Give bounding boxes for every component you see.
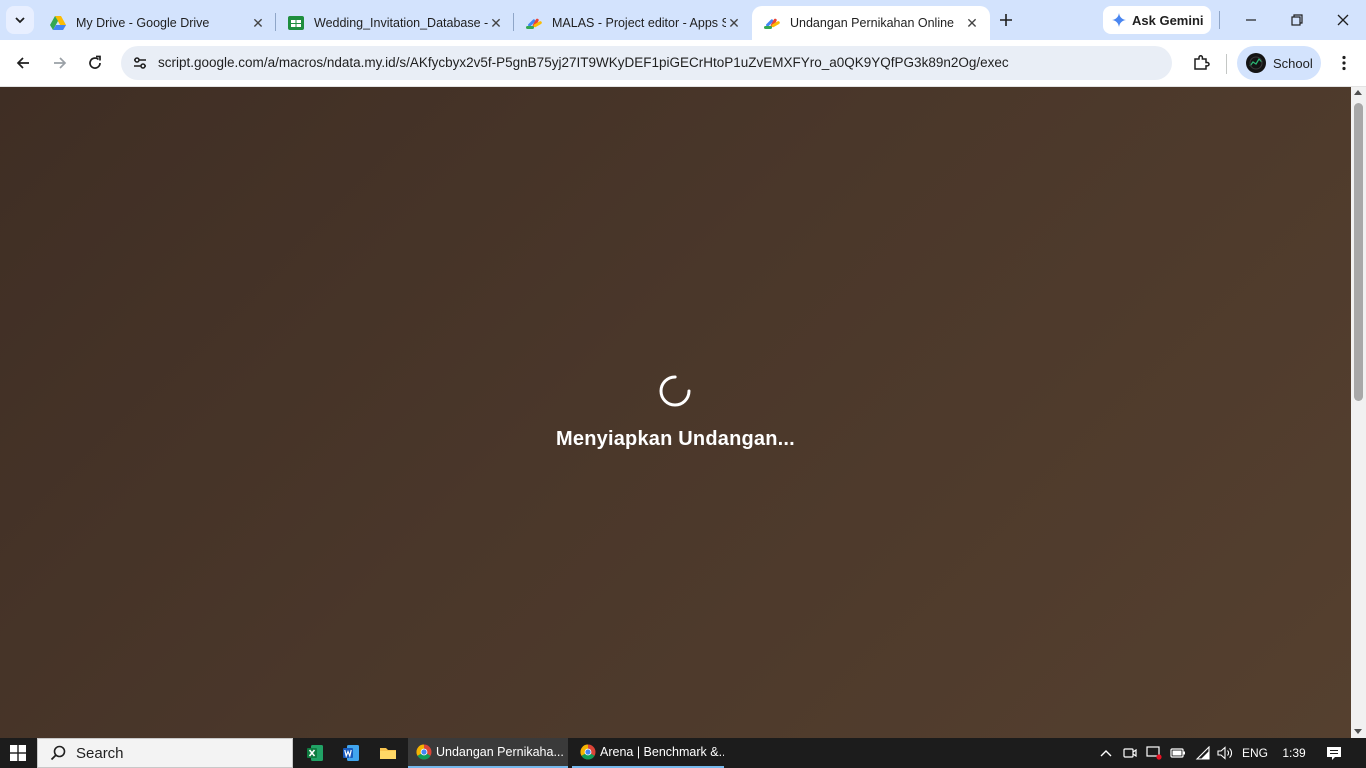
google-drive-icon — [50, 15, 66, 31]
more-vertical-icon — [1342, 55, 1346, 71]
taskbar-search-label: Search — [76, 744, 124, 762]
close-icon[interactable]: ✕ — [488, 15, 504, 31]
excel-icon — [307, 745, 323, 761]
plus-icon — [1000, 14, 1012, 26]
word-icon — [343, 745, 359, 761]
gemini-sparkle-icon — [1112, 13, 1126, 27]
tab-title: MALAS - Project editor - Apps S — [552, 16, 726, 30]
close-icon[interactable]: ✕ — [964, 15, 980, 31]
arrow-right-icon — [54, 57, 67, 69]
ask-gemini-button[interactable]: Ask Gemini — [1103, 6, 1211, 34]
browser-toolbar: script.google.com/a/macros/ndata.my.id/s… — [0, 40, 1366, 87]
folder-icon — [380, 748, 396, 759]
clock-time: 1:39 — [1282, 746, 1306, 760]
scroll-up-arrow-icon[interactable] — [1354, 90, 1362, 95]
search-icon — [50, 745, 66, 761]
loading-message: Menyiapkan Undangan... — [556, 428, 795, 450]
apps-script-icon — [764, 15, 780, 31]
tab-title: Undangan Pernikahan Online — [790, 16, 955, 30]
scrollbar-thumb[interactable] — [1354, 103, 1363, 401]
tab-google-drive[interactable]: My Drive - Google Drive ✕ — [38, 6, 276, 40]
language-label: ENG — [1241, 746, 1268, 760]
url-path: /a/macros/ndata.my.id/s/AKfycbyx2v5f-P5g… — [263, 55, 1009, 70]
avatar — [1246, 53, 1266, 73]
ask-gemini-label: Ask Gemini — [1132, 12, 1204, 28]
tab-search-button[interactable] — [6, 6, 34, 34]
taskbar-window-title: Undangan Pernikaha... — [436, 745, 564, 759]
tab-title: Wedding_Invitation_Database - — [314, 16, 488, 30]
notification-icon — [1327, 746, 1341, 760]
puzzle-piece-icon — [1194, 55, 1210, 70]
tab-wedding-database[interactable]: Wedding_Invitation_Database - ✕ — [276, 6, 514, 40]
start-button[interactable] — [0, 738, 36, 768]
back-button[interactable] — [8, 48, 38, 78]
chevron-down-icon — [15, 17, 25, 24]
page-scrollbar[interactable] — [1351, 87, 1366, 738]
tab-undangan-pernikahan[interactable]: Undangan Pernikahan Online ✕ — [752, 6, 990, 40]
meet-now-icon[interactable] — [1120, 738, 1140, 768]
chevron-up-icon — [1100, 750, 1112, 757]
network-warning-icon[interactable] — [1144, 738, 1164, 768]
extensions-button[interactable] — [1187, 50, 1215, 76]
new-tab-button[interactable] — [994, 8, 1018, 32]
loading-overlay: Menyiapkan Undangan... — [0, 87, 1351, 738]
profile-label: School — [1273, 55, 1313, 71]
address-bar[interactable]: script.google.com/a/macros/ndata.my.id/s… — [121, 46, 1279, 80]
url-host: script.google.com — [158, 55, 264, 70]
windows-taskbar: Search Undangan Pernikaha... Arena | Ben… — [0, 738, 1366, 768]
taskbar-word[interactable] — [333, 738, 369, 768]
close-window-button[interactable] — [1320, 6, 1366, 34]
taskbar-window-arena[interactable]: Arena | Benchmark &... — [572, 738, 724, 768]
taskbar-window-undangan[interactable]: Undangan Pernikaha... — [408, 738, 568, 768]
action-center-button[interactable] — [1316, 738, 1352, 768]
arrow-left-icon — [16, 57, 29, 69]
tab-strip: My Drive - Google Drive ✕ Wedding_Invita… — [0, 0, 1366, 40]
browser-menu-button[interactable] — [1333, 50, 1355, 76]
wifi-icon[interactable] — [1193, 738, 1213, 768]
reload-icon — [89, 55, 101, 69]
taskbar-excel[interactable] — [297, 738, 333, 768]
taskbar-clock[interactable]: 1:39 — [1274, 738, 1314, 768]
reload-button[interactable] — [80, 48, 110, 78]
scroll-down-arrow-icon[interactable] — [1354, 729, 1362, 734]
google-sheets-icon — [288, 15, 304, 31]
chrome-icon — [416, 744, 432, 760]
tab-title: My Drive - Google Drive — [76, 16, 210, 30]
toolbar-separator — [1226, 54, 1227, 74]
taskbar-search-box[interactable]: Search — [37, 738, 293, 768]
page-content: Menyiapkan Undangan... — [0, 87, 1351, 738]
apps-script-icon — [526, 15, 542, 31]
minimize-button[interactable] — [1228, 6, 1274, 34]
site-settings-icon[interactable] — [129, 52, 151, 74]
taskbar-file-explorer[interactable] — [370, 738, 406, 768]
profile-button[interactable]: School — [1237, 46, 1321, 80]
show-hidden-icons-button[interactable] — [1096, 738, 1116, 768]
chrome-icon — [580, 744, 596, 760]
volume-icon[interactable] — [1215, 738, 1235, 768]
taskbar-window-title: Arena | Benchmark &... — [600, 745, 724, 759]
forward-button[interactable] — [45, 48, 75, 78]
loading-spinner-icon — [658, 374, 692, 408]
close-icon — [1337, 14, 1349, 26]
url-text[interactable]: script.google.com/a/macros/ndata.my.id/s… — [158, 55, 1009, 70]
toolbar-separator — [1219, 11, 1220, 29]
minimize-icon — [1246, 19, 1256, 21]
tab-apps-script-editor[interactable]: MALAS - Project editor - Apps S ✕ — [514, 6, 752, 40]
restore-icon — [1291, 14, 1303, 26]
input-language-indicator[interactable]: ENG — [1238, 738, 1272, 768]
close-icon[interactable]: ✕ — [726, 15, 742, 31]
restore-button[interactable] — [1274, 6, 1320, 34]
windows-logo-icon — [10, 745, 26, 761]
close-icon[interactable]: ✕ — [250, 15, 266, 31]
battery-icon[interactable] — [1168, 738, 1188, 768]
